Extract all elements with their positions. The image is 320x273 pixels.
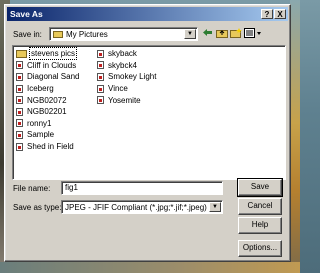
save-in-dropdown[interactable]: My Pictures ▼ [49,27,198,41]
file-list[interactable]: stevens pics Cliff in Clouds Diagonal Sa… [12,45,286,180]
up-folder-icon[interactable] [215,28,228,40]
save-in-value: My Pictures [53,29,108,40]
title-bar[interactable]: Save As ? X [7,7,288,21]
help-button[interactable]: Help [238,217,282,234]
save-as-type-dropdown[interactable]: JPEG - JFIF Compliant (*.jpg;*.jif;*.jpe… [61,200,223,214]
save-in-label: Save in: [13,30,42,39]
view-menu-icon[interactable] [243,28,263,40]
folder-icon [16,49,27,58]
image-file-icon [97,72,104,81]
save-as-type-label: Save as type: [13,203,62,212]
save-button[interactable]: Save [237,178,283,197]
image-file-icon [16,72,23,81]
file-list-column-2: skyback skybck4 Smokey Light Vince Yosem… [97,48,157,106]
image-file-icon [16,119,23,128]
image-file-icon [16,61,23,70]
desktop-background-right [290,0,300,273]
cancel-button[interactable]: Cancel [238,198,282,215]
image-file-icon [16,84,23,93]
list-item[interactable]: ronny1 [16,118,80,130]
chevron-down-icon[interactable]: ▼ [209,202,221,212]
list-item[interactable]: Yosemite [97,94,157,106]
image-file-icon [16,142,23,151]
image-file-icon [97,61,104,70]
new-folder-icon[interactable] [229,28,242,40]
list-item[interactable]: Vince [97,83,157,95]
chevron-down-icon[interactable]: ▼ [184,29,196,39]
image-file-icon [16,107,23,116]
list-item[interactable]: Diagonal Sand [16,71,80,83]
list-item[interactable]: skybck4 [97,60,157,72]
window-title: Save As [10,9,43,19]
back-arrow-icon[interactable] [201,28,214,40]
list-item[interactable]: Sample [16,129,80,141]
file-name-label: File name: [13,184,51,193]
image-file-icon [97,96,104,105]
image-file-icon [97,49,104,58]
file-name-input[interactable]: fig1 [61,181,223,195]
close-button[interactable]: X [274,9,286,19]
save-as-type-value: JPEG - JFIF Compliant (*.jpg;*.jif;*.jpe… [65,203,207,212]
list-item[interactable]: Iceberg [16,83,80,95]
image-file-icon [16,96,23,105]
image-file-icon [97,84,104,93]
list-item[interactable]: Smokey Light [97,71,157,83]
image-file-icon [16,130,23,139]
list-item[interactable]: NGB02201 [16,106,80,118]
list-item-folder[interactable]: stevens pics [16,47,80,61]
list-item[interactable]: Shed in Field [16,141,80,153]
save-as-dialog: Save As ? X Save in: My Pictures ▼ steve… [4,4,291,262]
list-item[interactable]: NGB02072 [16,94,80,106]
file-list-column-1: stevens pics Cliff in Clouds Diagonal Sa… [16,47,80,153]
help-title-button[interactable]: ? [261,9,273,19]
folder-icon [53,31,63,38]
list-item[interactable]: skyback [97,48,157,60]
desktop-background-bottom [0,262,300,273]
list-item[interactable]: Cliff in Clouds [16,60,80,72]
options-button[interactable]: Options... [238,240,282,257]
